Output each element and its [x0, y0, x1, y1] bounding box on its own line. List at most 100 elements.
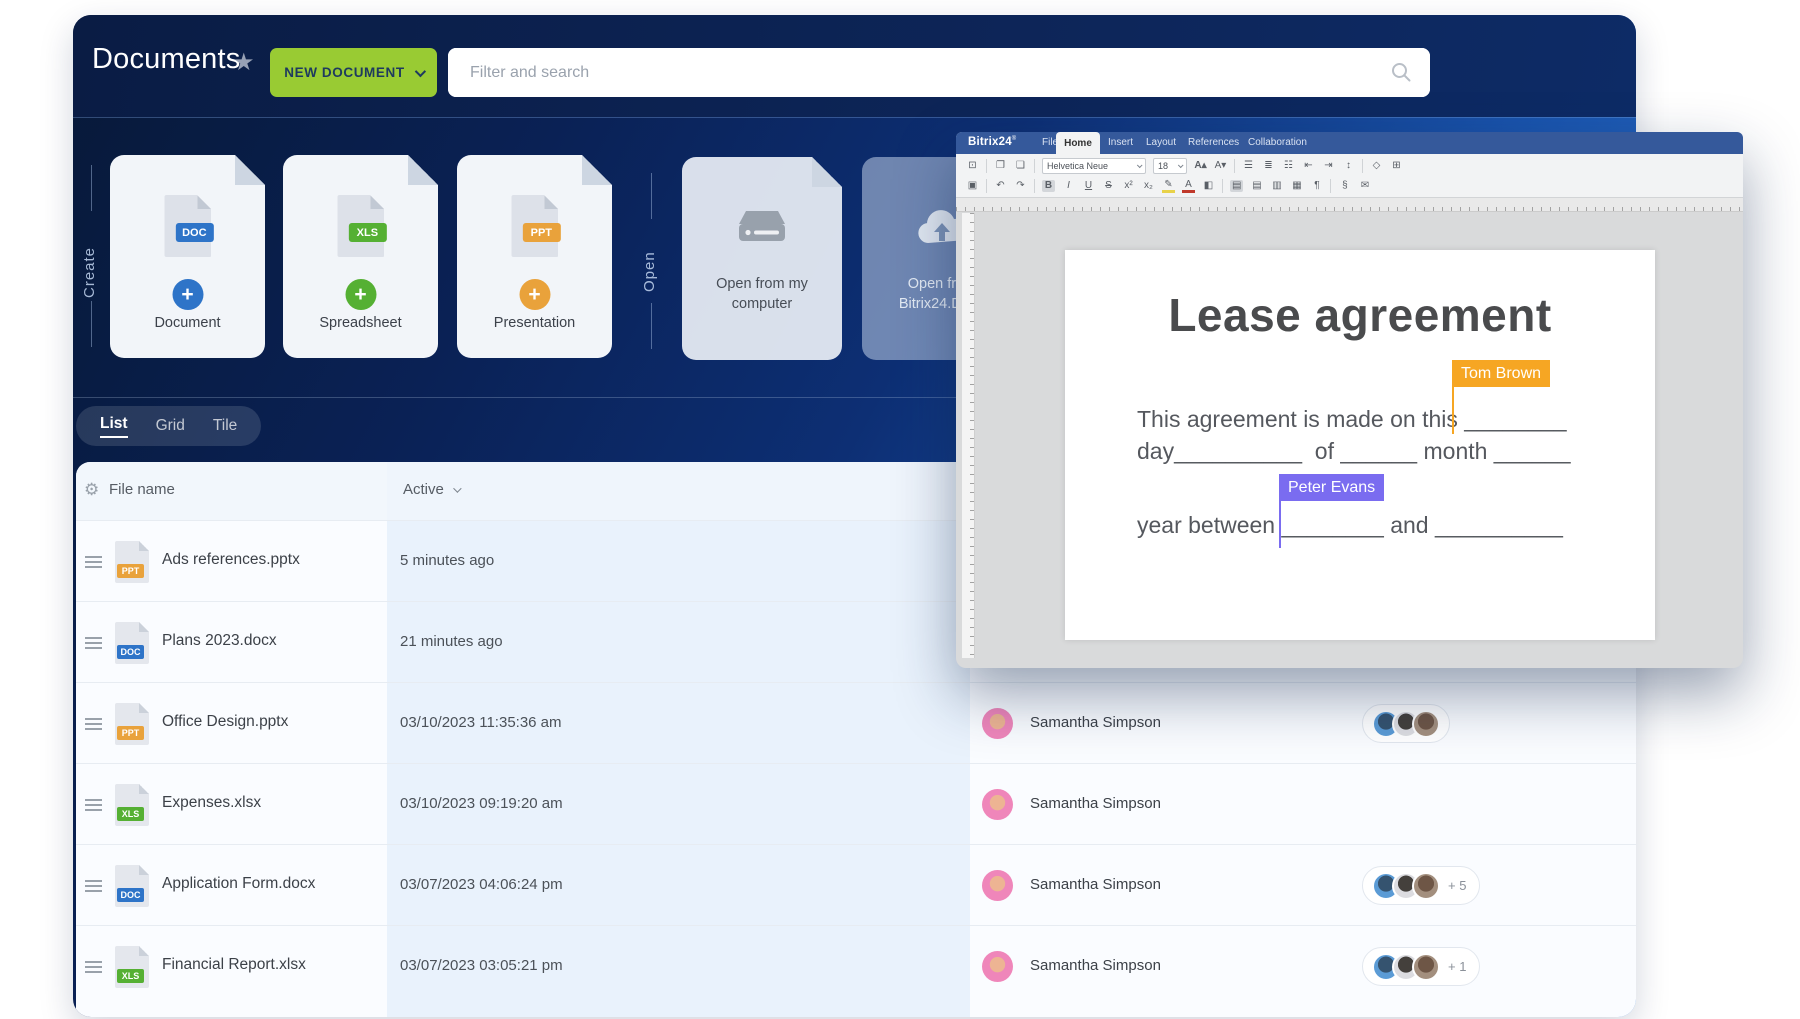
- italic-icon[interactable]: I: [1062, 181, 1075, 191]
- create-presentation-card[interactable]: PPT + Presentation: [457, 155, 612, 358]
- drag-handle-icon[interactable]: [85, 799, 102, 811]
- table-row[interactable]: XLS Expenses.xlsx 03/10/2023 09:19:20 am…: [76, 763, 1636, 844]
- horizontal-ruler[interactable]: [956, 198, 1743, 212]
- print-icon[interactable]: ⊡: [966, 161, 979, 171]
- vertical-ruler[interactable]: [962, 213, 975, 658]
- file-name[interactable]: Office Design.pptx: [162, 713, 288, 731]
- file-name[interactable]: Ads references.pptx: [162, 551, 300, 569]
- table-row[interactable]: DOC Application Form.docx 03/07/2023 04:…: [76, 844, 1636, 925]
- font-color-icon[interactable]: A: [1182, 180, 1195, 193]
- favorite-star-icon[interactable]: ★: [233, 48, 255, 77]
- file-type-badge: DOC: [117, 645, 144, 659]
- document-page[interactable]: Lease agreement This agreement is made o…: [1065, 250, 1655, 640]
- file-name[interactable]: Financial Report.xlsx: [162, 956, 306, 974]
- file-modified: 03/07/2023 03:05:21 pm: [400, 957, 563, 974]
- redo-icon[interactable]: ↷: [1014, 181, 1027, 191]
- insert-table-icon[interactable]: ⊞: [1390, 161, 1403, 171]
- align-justify-icon[interactable]: ▦: [1290, 181, 1303, 191]
- decrease-indent-icon[interactable]: ⇤: [1302, 161, 1315, 171]
- editor-toolbar: ⊡ ❐ ❏ Helvetica Neue 18 A▴ A▾ ☰ ≣ ☷: [956, 154, 1743, 198]
- owner-name[interactable]: Samantha Simpson: [1030, 957, 1161, 974]
- tab-tile[interactable]: Tile: [213, 417, 237, 435]
- copy-icon[interactable]: ❐: [994, 161, 1007, 171]
- file-name[interactable]: Application Form.docx: [162, 875, 315, 893]
- owner-name[interactable]: Samantha Simpson: [1030, 714, 1161, 731]
- owner-avatar[interactable]: [982, 708, 1013, 739]
- menu-home[interactable]: Home: [1056, 132, 1100, 154]
- undo-icon[interactable]: ↶: [994, 181, 1007, 191]
- add-document-icon[interactable]: +: [172, 279, 203, 310]
- collaborators-pill[interactable]: + 5: [1362, 866, 1480, 905]
- new-document-button[interactable]: NEW DOCUMENT: [270, 48, 437, 97]
- owner-name[interactable]: Samantha Simpson: [1030, 795, 1161, 812]
- line-spacing-icon[interactable]: ↕: [1342, 161, 1355, 171]
- drag-handle-icon[interactable]: [85, 718, 102, 730]
- search-icon[interactable]: [1390, 61, 1412, 83]
- clipboard-icon[interactable]: ▣: [966, 181, 979, 191]
- open-from-computer-card[interactable]: Open from my computer: [682, 157, 842, 360]
- drag-handle-icon[interactable]: [85, 556, 102, 568]
- document-title: Lease agreement: [1065, 288, 1655, 342]
- align-center-icon[interactable]: ▤: [1250, 181, 1263, 191]
- add-spreadsheet-icon[interactable]: +: [345, 279, 376, 310]
- superscript-icon[interactable]: x²: [1122, 181, 1135, 191]
- collaborator-avatar: [1412, 710, 1440, 738]
- gear-icon[interactable]: ⚙: [84, 480, 99, 500]
- collaborators-pill[interactable]: [1362, 704, 1450, 743]
- font-family-select[interactable]: Helvetica Neue: [1042, 158, 1146, 174]
- owner-name[interactable]: Samantha Simpson: [1030, 876, 1161, 893]
- xls-file-icon: XLS: [115, 946, 149, 988]
- search-input[interactable]: [448, 48, 1430, 97]
- font-size-select[interactable]: 18: [1153, 158, 1187, 174]
- create-document-card[interactable]: DOC + Document: [110, 155, 265, 358]
- drag-handle-icon[interactable]: [85, 961, 102, 973]
- table-row[interactable]: XLS Financial Report.xlsx 03/07/2023 03:…: [76, 925, 1636, 1006]
- file-modified: 5 minutes ago: [400, 552, 494, 569]
- column-file-name[interactable]: File name: [109, 481, 175, 498]
- fill-color-icon[interactable]: ◧: [1202, 181, 1215, 191]
- owner-avatar[interactable]: [982, 951, 1013, 982]
- collaborator-avatar: [1412, 953, 1440, 981]
- bold-icon[interactable]: B: [1042, 180, 1055, 192]
- subscript-icon[interactable]: x₂: [1142, 181, 1155, 191]
- create-section-label: Create: [81, 227, 103, 317]
- create-presentation-label: Presentation: [457, 315, 612, 331]
- tab-grid[interactable]: Grid: [156, 417, 185, 435]
- file-name[interactable]: Plans 2023.docx: [162, 632, 277, 650]
- owner-avatar[interactable]: [982, 870, 1013, 901]
- align-right-icon[interactable]: ▥: [1270, 181, 1283, 191]
- font-family-value: Helvetica Neue: [1047, 161, 1108, 171]
- add-presentation-icon[interactable]: +: [519, 279, 550, 310]
- column-active[interactable]: Active: [403, 481, 459, 498]
- collab-caret-peter-evans: [1279, 501, 1281, 548]
- bullet-list-icon[interactable]: ☰: [1242, 161, 1255, 171]
- link-icon[interactable]: §: [1338, 181, 1351, 191]
- drag-handle-icon[interactable]: [85, 880, 102, 892]
- align-left-icon[interactable]: ▤: [1230, 180, 1243, 192]
- table-row[interactable]: PPT Office Design.pptx 03/10/2023 11:35:…: [76, 682, 1636, 763]
- tab-list[interactable]: List: [100, 415, 128, 438]
- multilevel-list-icon[interactable]: ☷: [1282, 161, 1295, 171]
- numbered-list-icon[interactable]: ≣: [1262, 161, 1275, 171]
- menu-collaboration[interactable]: Collaboration: [1248, 137, 1307, 148]
- drag-handle-icon[interactable]: [85, 637, 102, 649]
- collaborators-pill[interactable]: + 1: [1362, 947, 1480, 986]
- file-name[interactable]: Expenses.xlsx: [162, 794, 261, 812]
- decrease-font-icon[interactable]: A▾: [1214, 161, 1227, 171]
- owner-avatar[interactable]: [982, 789, 1013, 820]
- menu-insert[interactable]: Insert: [1108, 137, 1133, 148]
- highlight-color-icon[interactable]: ✎: [1162, 180, 1175, 193]
- paste-icon[interactable]: ❏: [1014, 161, 1027, 171]
- increase-font-icon[interactable]: A▴: [1194, 161, 1207, 171]
- open-from-computer-label: Open from my computer: [692, 275, 832, 314]
- underline-icon[interactable]: U: [1082, 181, 1095, 191]
- increase-indent-icon[interactable]: ⇥: [1322, 161, 1335, 171]
- file-modified: 03/10/2023 09:19:20 am: [400, 795, 563, 812]
- mail-icon[interactable]: ✉: [1358, 181, 1371, 191]
- menu-layout[interactable]: Layout: [1146, 137, 1176, 148]
- create-spreadsheet-card[interactable]: XLS + Spreadsheet: [283, 155, 438, 358]
- menu-references[interactable]: References: [1188, 137, 1239, 148]
- paragraph-mark-icon[interactable]: ¶: [1310, 181, 1323, 191]
- clear-format-icon[interactable]: ◇: [1370, 161, 1383, 171]
- strikethrough-icon[interactable]: S: [1102, 181, 1115, 191]
